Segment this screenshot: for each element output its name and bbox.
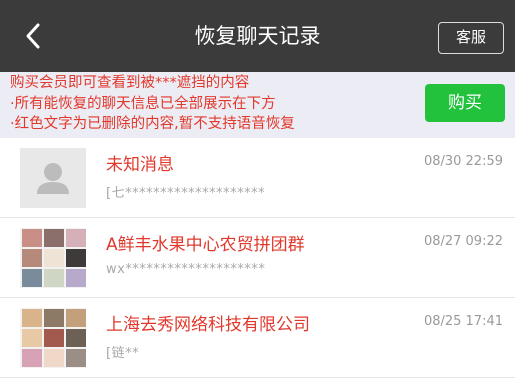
group-avatar-grid	[20, 308, 86, 368]
top-bar: 恢复聊天记录 客服	[0, 0, 515, 72]
chat-name: 未知消息	[106, 155, 174, 175]
chat-preview: [链**	[106, 346, 140, 361]
chat-list-item[interactable]: 上海去秀网络科技有限公司 [链** 08/25 17:41	[0, 298, 515, 378]
buy-button[interactable]: 购买	[425, 84, 505, 122]
chat-time: 08/27 09:22	[423, 234, 503, 249]
chat-list-item[interactable]: A鲜丰水果中心农贸拼团群 wx******************** 08/2…	[0, 218, 515, 298]
customer-service-button[interactable]: 客服	[438, 22, 504, 54]
back-arrow-icon[interactable]	[20, 20, 50, 52]
notice-line: ·所有能恢复的聊天信息已全部展示在下方	[10, 96, 276, 112]
chat-preview: wx********************	[106, 262, 266, 277]
chat-preview: [七********************	[106, 186, 266, 201]
chat-list-item[interactable]: 未知消息 [七******************** 08/30 22:59	[0, 138, 515, 218]
notice-line: 购买会员即可查看到被***遮挡的内容	[10, 75, 250, 91]
chat-name: 上海去秀网络科技有限公司	[106, 315, 310, 335]
chat-time: 08/30 22:59	[423, 154, 503, 169]
group-avatar-grid	[20, 228, 86, 288]
chat-time: 08/25 17:41	[423, 314, 503, 329]
notice-line: ·红色文字为已删除的内容,暂不支持语音恢复	[10, 116, 295, 132]
chat-name: A鲜丰水果中心农贸拼团群	[106, 235, 305, 255]
divider	[0, 377, 515, 378]
vip-notice-banner: 购买会员即可查看到被***遮挡的内容 ·所有能恢复的聊天信息已全部展示在下方 ·…	[0, 72, 515, 138]
default-user-icon	[20, 148, 86, 208]
